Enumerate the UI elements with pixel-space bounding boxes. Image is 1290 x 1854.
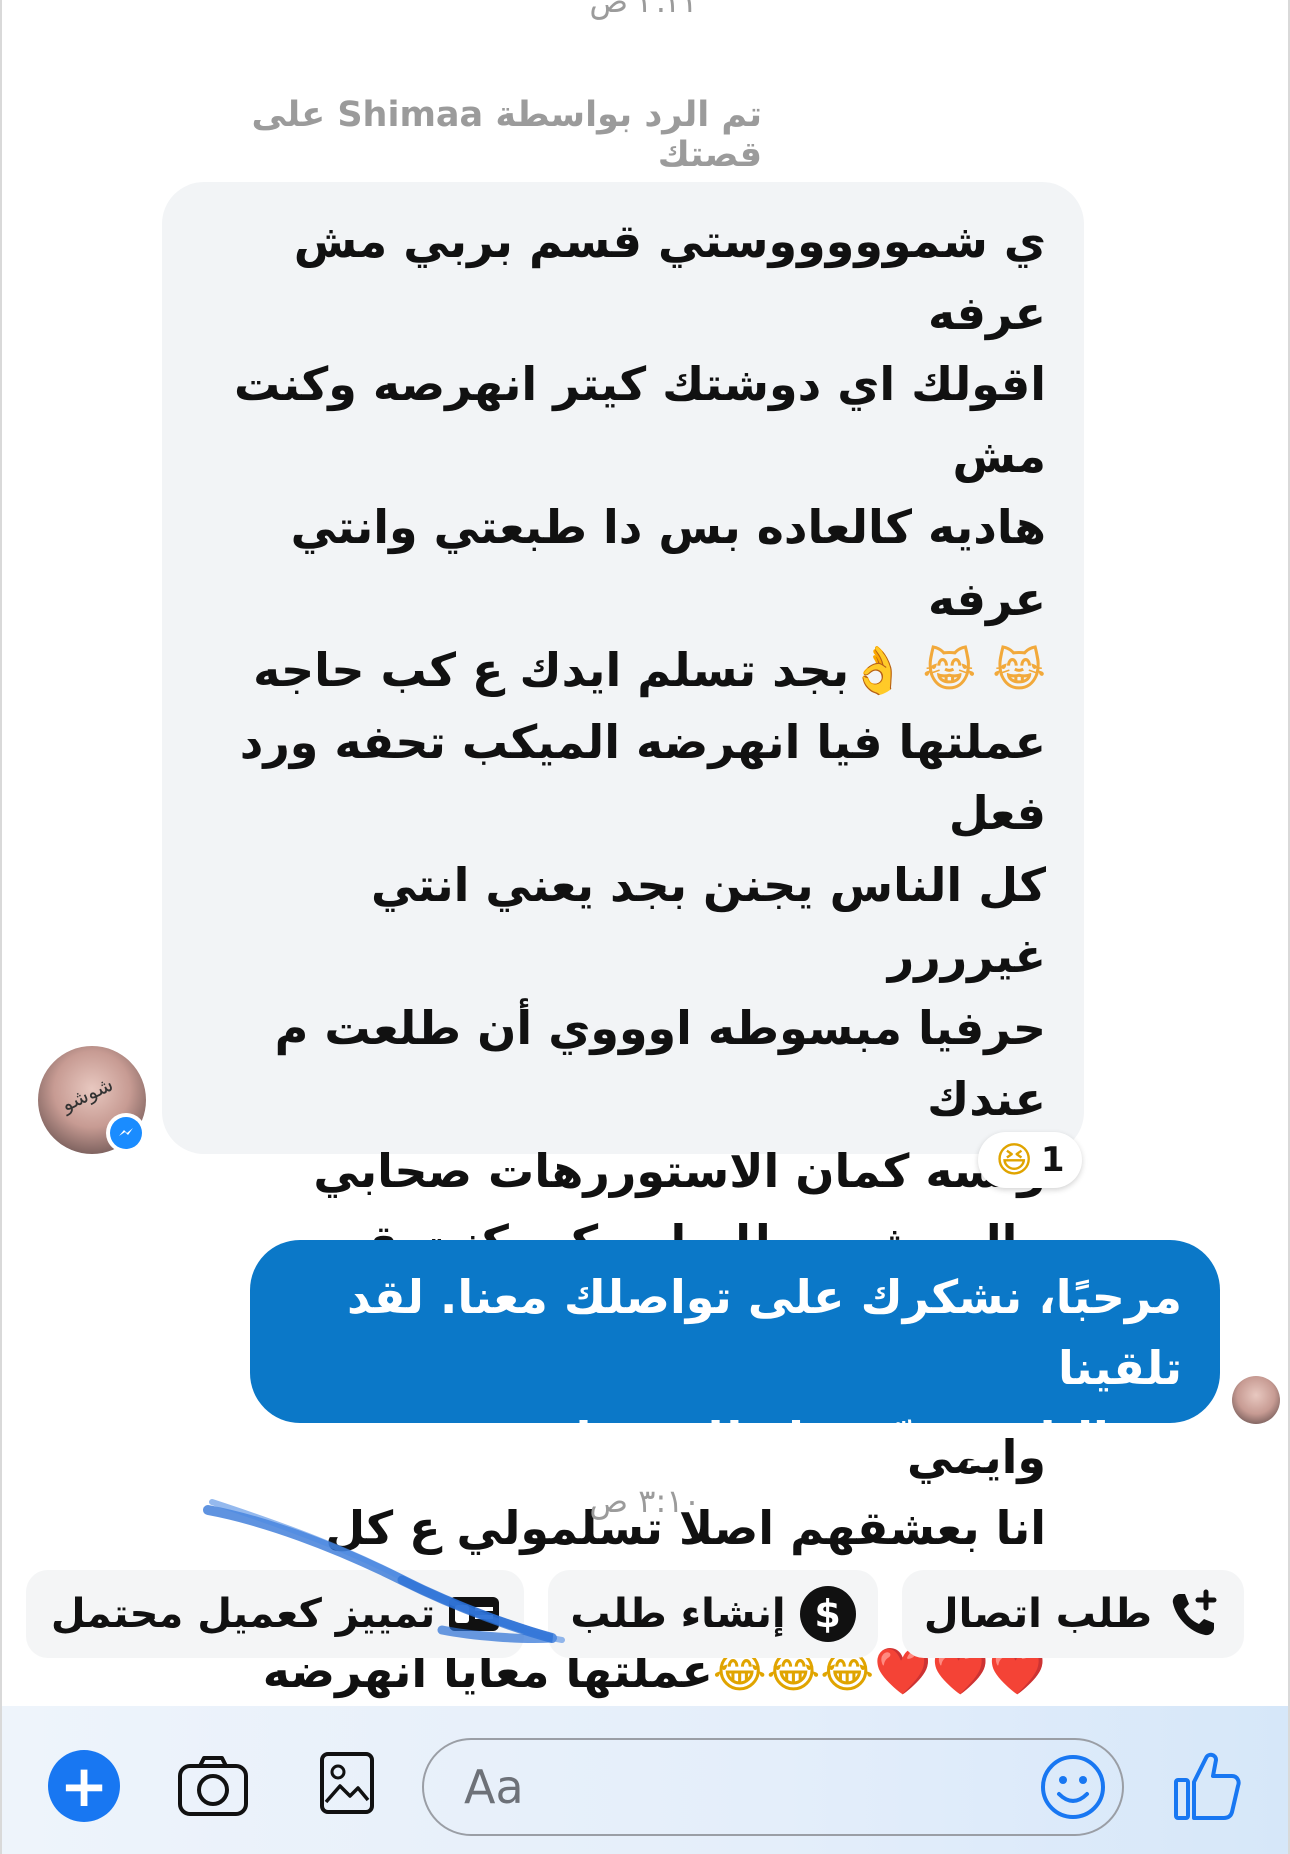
gallery-icon[interactable] bbox=[318, 1750, 376, 1816]
outgoing-message-bubble[interactable]: مرحبًا، نشكرك على تواصلك معنا. لقد تلقين… bbox=[250, 1240, 1220, 1466]
phone-plus-icon bbox=[1166, 1586, 1222, 1642]
ok-hand-emoji: 👌 bbox=[849, 643, 907, 697]
camera-icon[interactable] bbox=[176, 1752, 250, 1818]
cat-emoji: 😹 bbox=[992, 643, 1046, 697]
emoji-icon[interactable] bbox=[1038, 1752, 1108, 1822]
outgoing-message-text: مرحبًا، نشكرك على تواصلك معنا. لقد تلقين… bbox=[346, 1270, 1182, 1466]
incoming-message-text: ي شموووووستي قسم بربي مش عرفه اقولك اي د… bbox=[198, 206, 1046, 1779]
messenger-badge-icon bbox=[106, 1113, 146, 1153]
incoming-message-bubble[interactable]: ي شموووووستي قسم بربي مش عرفه اقولك اي د… bbox=[162, 182, 1084, 1770]
avatar-caption: شوشو bbox=[57, 1071, 117, 1117]
plus-icon[interactable]: + bbox=[48, 1750, 120, 1822]
message-timestamp-bottom: ٣:١٠ ص bbox=[589, 1482, 701, 1520]
create-order-label: إنشاء طلب bbox=[570, 1591, 786, 1637]
read-receipt-avatar bbox=[1232, 1376, 1280, 1424]
dollar-icon: $ bbox=[799, 1586, 856, 1642]
message-input[interactable] bbox=[422, 1738, 1124, 1836]
thumbs-up-icon[interactable] bbox=[1172, 1748, 1242, 1822]
incoming-text-part-2: بجد تسلم ايدك ع كب حاجه bbox=[253, 643, 850, 697]
mark-as-lead-button[interactable]: تمييز كعميل محتمل bbox=[26, 1570, 524, 1658]
incoming-text-part-1: ي شموووووستي قسم بربي مش عرفه اقولك اي د… bbox=[234, 214, 1046, 626]
request-call-label: طلب اتصال bbox=[923, 1591, 1153, 1637]
reaction-count: 1 bbox=[1040, 1140, 1065, 1180]
story-reply-note: تم الرد بواسطة Shimaa على قصتك bbox=[251, 95, 762, 175]
request-call-button[interactable]: طلب اتصال bbox=[902, 1570, 1244, 1658]
message-timestamp-top: ٣:٣٢ ص bbox=[589, 0, 701, 20]
reaction-pill[interactable]: 😆 1 bbox=[978, 1132, 1082, 1188]
create-order-button[interactable]: $ إنشاء طلب bbox=[548, 1570, 878, 1658]
cat-emoji: 😹 bbox=[922, 643, 977, 697]
contact-card-icon bbox=[449, 1597, 500, 1631]
laughing-reaction-icon: 😆 bbox=[995, 1139, 1033, 1181]
mark-as-lead-label: تمييز كعميل محتمل bbox=[50, 1591, 436, 1637]
